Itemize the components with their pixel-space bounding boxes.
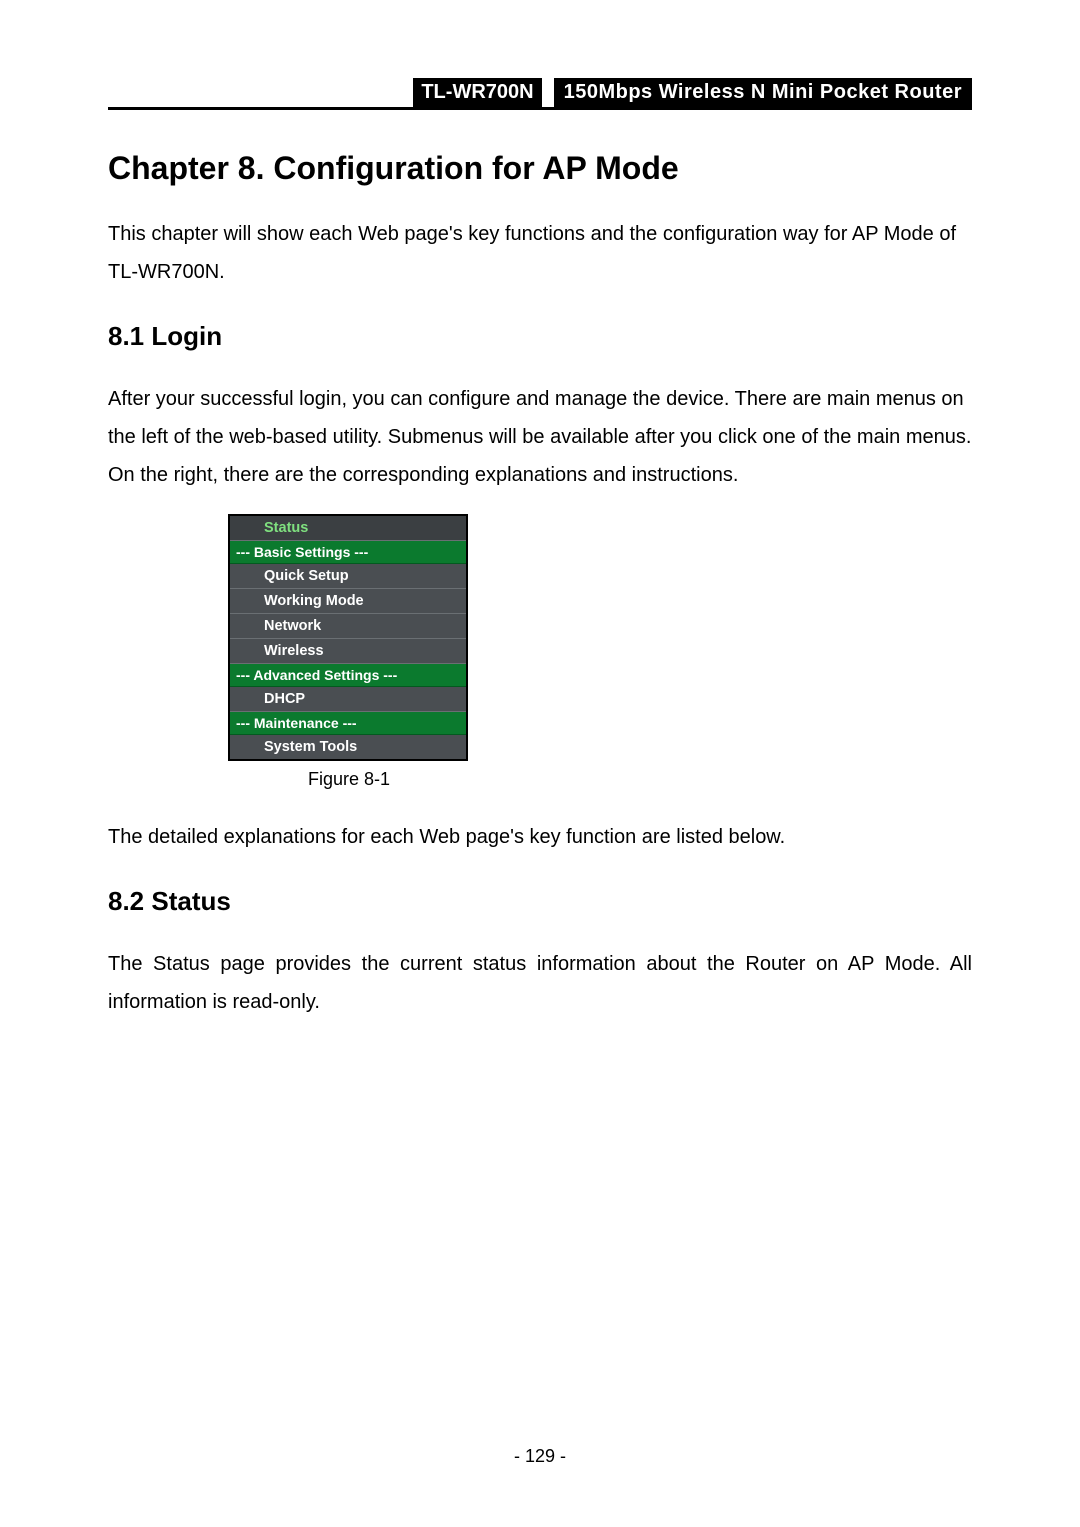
section-8-2-title: 8.2 Status [108, 886, 972, 917]
product-desc: 150Mbps Wireless N Mini Pocket Router [554, 78, 972, 107]
chapter-title: Chapter 8. Configuration for AP Mode [108, 150, 972, 187]
model-label: TL-WR700N [413, 78, 541, 107]
menu-group-basic: --- Basic Settings --- [230, 541, 466, 564]
after-figure-text: The detailed explanations for each Web p… [108, 818, 972, 856]
menu-screenshot: Status --- Basic Settings --- Quick Setu… [228, 514, 468, 761]
page-header: TL-WR700N 150Mbps Wireless N Mini Pocket… [108, 78, 972, 110]
menu-network: Network [230, 614, 466, 639]
figure-caption: Figure 8-1 [308, 769, 972, 790]
chapter-intro: This chapter will show each Web page's k… [108, 215, 972, 291]
menu-system-tools: System Tools [230, 735, 466, 759]
section-8-2-body: The Status page provides the current sta… [108, 945, 972, 1021]
section-8-1-title: 8.1 Login [108, 321, 972, 352]
menu-status: Status [230, 516, 466, 541]
page-root: TL-WR700N 150Mbps Wireless N Mini Pocket… [0, 0, 1080, 1527]
menu-quick-setup: Quick Setup [230, 564, 466, 589]
menu-group-advanced: --- Advanced Settings --- [230, 664, 466, 687]
menu-working-mode: Working Mode [230, 589, 466, 614]
menu-wireless: Wireless [230, 639, 466, 664]
menu-dhcp: DHCP [230, 687, 466, 712]
page-number: - 129 - [0, 1446, 1080, 1467]
menu-group-maintenance: --- Maintenance --- [230, 712, 466, 735]
section-8-1-body: After your successful login, you can con… [108, 380, 972, 494]
